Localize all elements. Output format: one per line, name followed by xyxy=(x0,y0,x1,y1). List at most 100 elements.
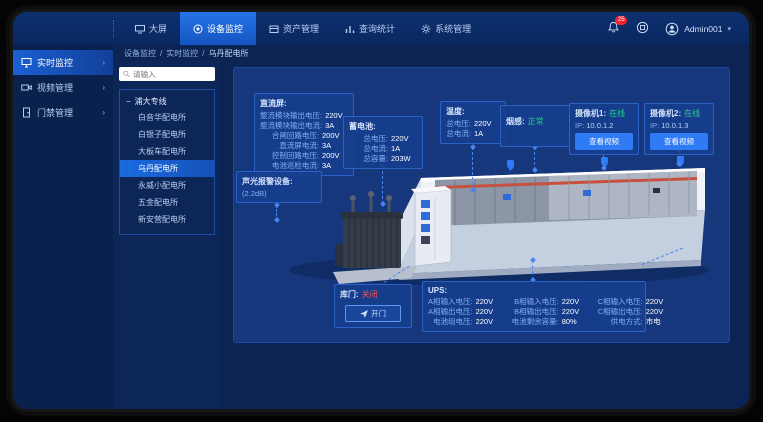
stat-label: 整流模块输出电流: xyxy=(260,121,322,131)
nav-item-label: 资产管理 xyxy=(283,22,319,35)
stat-value: 220V xyxy=(476,307,502,317)
connector-line xyxy=(472,147,473,190)
stat-label: A相输入电压: xyxy=(428,297,473,307)
tree-item-substation[interactable]: 新安营配电所 xyxy=(120,211,214,228)
notifications-button[interactable]: 25 xyxy=(607,21,622,36)
search-icon xyxy=(123,70,130,78)
chevron-right-icon: › xyxy=(102,83,105,92)
camera1-panel: 摄像机1: 在线 IP: 10.0.1.2 查看视频 xyxy=(569,103,639,155)
sidebar-item-realtime-monitoring[interactable]: 实时监控 › xyxy=(13,50,113,75)
door-label: 库门: xyxy=(340,289,359,300)
camera-status: 在线 xyxy=(684,108,700,119)
connector-line xyxy=(276,205,277,220)
search-input[interactable] xyxy=(133,70,211,79)
stat-label: 电池组电压: xyxy=(428,317,473,327)
stat-label: 电池剩余容量: xyxy=(512,317,559,327)
user-menu[interactable]: Admin001 ▾ xyxy=(665,22,731,36)
door-icon xyxy=(21,107,32,118)
stat-value: 220V xyxy=(474,119,500,129)
substation-tree-panel: − 浦大专线 白音华配电所 白银子配电所 大板车配电所 乌丹配电所 永威小配电所… xyxy=(113,61,221,409)
nav-item-statistics[interactable]: 查询统计 xyxy=(332,12,408,45)
breadcrumb: 设备监控 / 实时监控 / 乌丹配电所 xyxy=(113,45,749,61)
door-status: 关闭 xyxy=(362,289,378,300)
nav-item-label: 设备监控 xyxy=(207,22,243,35)
camera2-panel: 摄像机2: 在线 IP: 10.0.1.3 查看视频 xyxy=(644,103,714,155)
panel-title: 温度: xyxy=(446,106,500,117)
stat-value: 220V xyxy=(646,307,672,317)
ip-label: IP: xyxy=(650,121,659,130)
tree-item-substation[interactable]: 大板车配电所 xyxy=(120,143,214,160)
stat-label: C相输出电压: xyxy=(598,307,643,317)
stat-label: 整流模块输出电压: xyxy=(260,111,322,121)
smoke-status-value: 正常 xyxy=(528,116,544,127)
breadcrumb-item[interactable]: 设备监控 xyxy=(124,48,156,59)
sidebar-item-video-management[interactable]: 视频管理 › xyxy=(13,75,113,100)
stat-value: 市电 xyxy=(646,317,672,327)
ups-col-a: A相输入电压:220V A相输出电压:220V 电池组电压:220V xyxy=(428,297,502,327)
smoke-sensor-panel: 烟感: 正常 xyxy=(500,105,570,147)
nav-item-assets[interactable]: 资产管理 xyxy=(256,12,332,45)
ip-label: IP: xyxy=(575,121,584,130)
stat-value: 80% xyxy=(562,317,588,327)
tree-search xyxy=(119,67,215,81)
tree-item-substation[interactable]: 白音华配电所 xyxy=(120,109,214,126)
tree-item-substation[interactable]: 五金配电所 xyxy=(120,194,214,211)
ups-col-b: B相输入电压:220V B相输出电压:220V 电池剩余容量:80% xyxy=(512,297,588,327)
breadcrumb-item[interactable]: 实时监控 xyxy=(166,48,198,59)
stat-label: A相输出电压: xyxy=(428,307,473,317)
monitor-screen-icon xyxy=(21,57,32,68)
stat-label: 烟感: xyxy=(506,116,525,127)
battery-panel: 蓄电池: 总电压:220V 总电流:1A 总容量:203W xyxy=(343,116,423,169)
nav-item-label: 查询统计 xyxy=(359,22,395,35)
logo-area xyxy=(13,12,113,45)
stat-value: 220V xyxy=(646,297,672,307)
nav-item-label: 大屏 xyxy=(149,22,167,35)
nav-item-device-monitoring[interactable]: 设备监控 xyxy=(180,12,256,45)
breadcrumb-separator: / xyxy=(160,49,162,58)
ups-panel: UPS: A相输入电压:220V A相输出电压:220V 电池组电压:220V … xyxy=(422,281,646,332)
stat-label: 声光报警设备: xyxy=(242,176,293,187)
asset-box-icon xyxy=(269,24,279,34)
camera-title: 摄像机1: xyxy=(575,108,606,119)
fullscreen-button[interactable] xyxy=(636,21,651,36)
app-body: 实时监控 › 视频管理 › 门禁管理 › xyxy=(13,45,749,409)
username: Admin001 xyxy=(684,24,722,34)
topbar-actions: 25 Admin001 ▾ xyxy=(607,21,749,36)
stat-value: 220V xyxy=(476,317,502,327)
temperature-panel: 温度: 总电压:220V 总电流:1A xyxy=(440,101,506,144)
stat-label: 合闸回路电压: xyxy=(260,131,319,141)
breadcrumb-item[interactable]: 乌丹配电所 xyxy=(208,48,248,59)
stat-value: 220V xyxy=(562,307,588,317)
screen-background: 大屏 设备监控 资产管理 xyxy=(0,0,763,422)
connector-line xyxy=(532,260,533,280)
topbar-divider xyxy=(113,20,114,38)
big-screen-icon xyxy=(135,24,145,34)
view-video-button[interactable]: 查看视频 xyxy=(650,133,708,150)
connector-line xyxy=(382,166,383,204)
ups-grid: A相输入电压:220V A相输出电压:220V 电池组电压:220V B相输入电… xyxy=(428,297,640,327)
app-window: 大屏 设备监控 资产管理 xyxy=(13,12,749,409)
gear-icon xyxy=(421,24,431,34)
connector-line xyxy=(534,147,535,170)
stat-label: B相输出电压: xyxy=(512,307,559,317)
collapse-icon: − xyxy=(126,97,131,106)
tree-item-substation[interactable]: 永威小配电所 xyxy=(120,177,214,194)
stat-label: 电池巡检电流: xyxy=(260,161,319,171)
open-door-label: 开门 xyxy=(371,308,386,319)
tree-item-substation-selected[interactable]: 乌丹配电所 xyxy=(120,160,214,177)
stat-label: 供电方式: xyxy=(598,317,643,327)
stat-label: 总电压: xyxy=(446,119,471,129)
tree-item-substation[interactable]: 白银子配电所 xyxy=(120,126,214,143)
nav-item-system[interactable]: 系统管理 xyxy=(408,12,484,45)
sidebar-item-access-control[interactable]: 门禁管理 › xyxy=(13,100,113,125)
content-row: − 浦大专线 白音华配电所 白银子配电所 大板车配电所 乌丹配电所 永威小配电所… xyxy=(113,61,749,409)
stat-label: C相输入电压: xyxy=(598,297,643,307)
audible-alarm-panel: 声光报警设备: (2.2dB) xyxy=(236,171,322,203)
tree-group-line[interactable]: − 浦大专线 xyxy=(120,94,214,109)
nav-item-dashboard[interactable]: 大屏 xyxy=(122,12,180,45)
view-video-button[interactable]: 查看视频 xyxy=(575,133,633,150)
door-panel: 库门: 关闭 开门 xyxy=(334,284,412,328)
ups-col-c: C相输入电压:220V C相输出电压:220V 供电方式:市电 xyxy=(598,297,672,327)
alarm-value: (2.2dB) xyxy=(242,189,316,198)
open-door-button[interactable]: 开门 xyxy=(345,305,401,322)
